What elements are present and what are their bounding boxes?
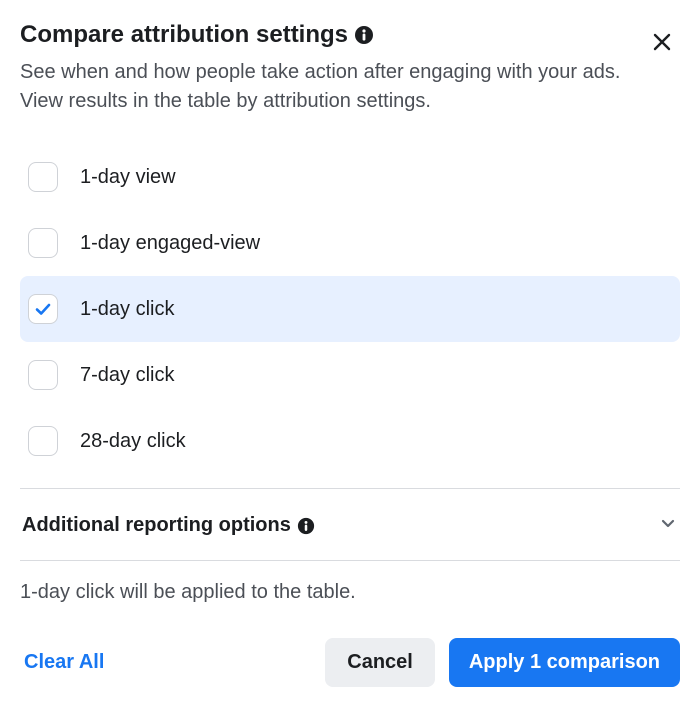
info-icon[interactable] xyxy=(354,25,374,45)
checkbox[interactable] xyxy=(28,360,58,390)
dialog-footer: Clear All Cancel Apply 1 comparison xyxy=(20,638,680,687)
additional-reporting-title: Additional reporting options xyxy=(22,514,291,537)
info-icon[interactable] xyxy=(297,517,315,535)
attribution-options-list: 1-day view 1-day engaged-view 1-day click 7… xyxy=(20,144,680,474)
attribution-option-row[interactable]: 1-day view xyxy=(20,144,680,210)
checkbox[interactable] xyxy=(28,294,58,324)
attribution-option-label: 7-day click xyxy=(80,364,174,387)
apply-button[interactable]: Apply 1 comparison xyxy=(449,638,680,687)
attribution-option-row[interactable]: 1-day click xyxy=(20,276,680,342)
chevron-down-icon xyxy=(658,513,678,538)
attribution-option-row[interactable]: 1-day engaged-view xyxy=(20,210,680,276)
additional-reporting-toggle[interactable]: Additional reporting options xyxy=(20,489,680,560)
checkbox[interactable] xyxy=(28,228,58,258)
attribution-option-label: 1-day click xyxy=(80,298,174,321)
divider xyxy=(20,560,680,561)
attribution-option-row[interactable]: 7-day click xyxy=(20,342,680,408)
section-title-group: Additional reporting options xyxy=(22,514,315,537)
attribution-option-row[interactable]: 28-day click xyxy=(20,408,680,474)
checkbox[interactable] xyxy=(28,426,58,456)
attribution-option-label: 28-day click xyxy=(80,430,186,453)
title-line: Compare attribution settings xyxy=(20,20,644,50)
title-block: Compare attribution settings See when an… xyxy=(20,20,644,116)
attribution-option-label: 1-day engaged-view xyxy=(80,232,260,255)
compare-attribution-dialog: Compare attribution settings See when an… xyxy=(0,0,700,705)
checkbox[interactable] xyxy=(28,162,58,192)
close-button[interactable] xyxy=(644,24,680,63)
dialog-subtitle: See when and how people take action afte… xyxy=(20,58,644,116)
applied-summary-text: 1-day click will be applied to the table… xyxy=(20,581,680,604)
dialog-header: Compare attribution settings See when an… xyxy=(20,20,680,116)
attribution-option-label: 1-day view xyxy=(80,166,176,189)
clear-all-button[interactable]: Clear All xyxy=(20,641,108,684)
cancel-button[interactable]: Cancel xyxy=(325,638,435,687)
dialog-title: Compare attribution settings xyxy=(20,20,348,50)
close-icon xyxy=(650,42,674,57)
